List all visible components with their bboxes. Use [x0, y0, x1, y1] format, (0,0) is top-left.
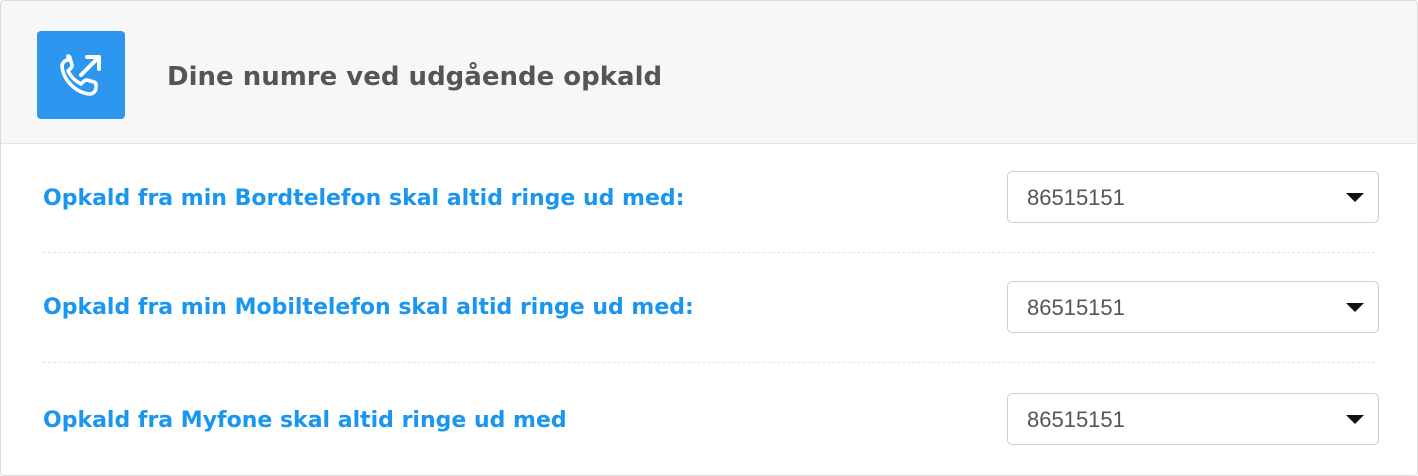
chevron-down-icon: [1346, 415, 1364, 424]
row-divider: [43, 362, 1375, 363]
myfone-number-select[interactable]: 86515151: [1007, 393, 1379, 445]
outgoing-numbers-card: Dine numre ved udgående opkald Opkald fr…: [0, 0, 1418, 476]
outgoing-row-mobile-phone: Opkald fra min Mobiltelefon skal altid r…: [1, 254, 1417, 364]
outgoing-row-desk-phone: Opkald fra min Bordtelefon skal altid ri…: [1, 144, 1417, 254]
myfone-label: Opkald fra Myfone skal altid ringe ud me…: [43, 408, 567, 433]
select-value: 86515151: [1027, 295, 1125, 320]
phone-outgoing-glyph: [60, 54, 101, 96]
phone-outgoing-icon: [37, 31, 125, 119]
outgoing-row-myfone: Opkald fra Myfone skal altid ringe ud me…: [1, 364, 1417, 474]
page-title: Dine numre ved udgående opkald: [167, 62, 663, 92]
select-value: 86515151: [1027, 185, 1125, 210]
card-header: Dine numre ved udgående opkald: [1, 1, 1417, 144]
mobile-phone-label: Opkald fra min Mobiltelefon skal altid r…: [43, 295, 694, 320]
desk-phone-label: Opkald fra min Bordtelefon skal altid ri…: [43, 186, 685, 211]
mobile-phone-number-select[interactable]: 86515151: [1007, 281, 1379, 333]
row-divider: [43, 252, 1375, 253]
select-value: 86515151: [1027, 407, 1125, 432]
chevron-down-icon: [1346, 303, 1364, 312]
chevron-down-icon: [1346, 193, 1364, 202]
desk-phone-number-select[interactable]: 86515151: [1007, 171, 1379, 223]
